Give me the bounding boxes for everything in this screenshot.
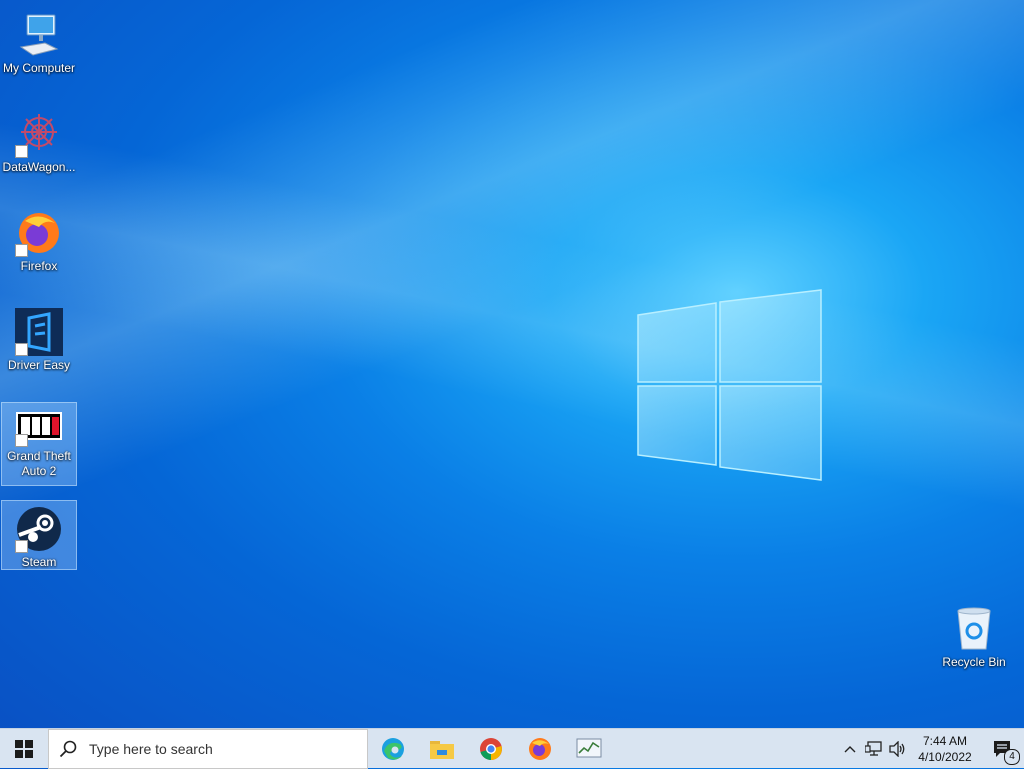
- shortcut-arrow-icon: [15, 343, 28, 356]
- taskbar-app-edge[interactable]: [368, 729, 417, 769]
- taskbar-app-task-manager[interactable]: [564, 729, 613, 769]
- notification-count-badge: 4: [1004, 749, 1020, 765]
- taskbar: Type here to search 7:44 AM 4/10/2022 4: [0, 728, 1024, 769]
- clock-date: 4/10/2022: [918, 750, 972, 764]
- taskbar-clock[interactable]: 7:44 AM 4/10/2022: [910, 733, 980, 765]
- task-manager-icon: [576, 738, 601, 757]
- taskbar-search-box[interactable]: Type here to search: [48, 728, 368, 769]
- network-icon: [865, 741, 882, 756]
- recycle-bin-icon: [957, 607, 991, 650]
- clock-time: 7:44 AM: [922, 734, 968, 748]
- desktop-icon-label: Firefox: [20, 259, 58, 273]
- desktop-icon-label: Grand Theft Auto 2: [7, 449, 71, 478]
- desktop-icon-firefox[interactable]: Firefox: [1, 204, 77, 275]
- desktop[interactable]: My Computer DataWagon... Firefox Driver …: [0, 0, 1024, 728]
- desktop-icon-gta2[interactable]: Grand Theft Auto 2: [1, 402, 77, 486]
- chrome-icon: [479, 737, 502, 760]
- computer-icon: [19, 14, 59, 56]
- desktop-icon-datawagon[interactable]: DataWagon...: [1, 105, 77, 176]
- light-beam: [0, 0, 1024, 728]
- desktop-icon-label: Driver Easy: [7, 358, 70, 372]
- shortcut-arrow-icon: [15, 434, 28, 447]
- shortcut-arrow-icon: [15, 145, 28, 158]
- chevron-up-icon: [844, 746, 856, 753]
- action-center-button[interactable]: 4: [980, 729, 1024, 769]
- volume-tray-button[interactable]: [886, 729, 910, 769]
- search-placeholder: Type here to search: [89, 740, 213, 757]
- desktop-icon-label: Recycle Bin: [942, 655, 1006, 669]
- search-icon: [59, 740, 77, 757]
- desktop-icon-steam[interactable]: Steam: [1, 500, 77, 570]
- desktop-icon-label: DataWagon...: [2, 160, 76, 174]
- show-hidden-icons-button[interactable]: [838, 729, 862, 769]
- firefox-icon: [528, 737, 551, 760]
- desktop-icon-recycle-bin[interactable]: Recycle Bin: [936, 600, 1012, 671]
- light-beam: [0, 0, 1024, 728]
- shortcut-arrow-icon: [15, 540, 28, 553]
- network-tray-button[interactable]: [862, 729, 886, 769]
- start-button[interactable]: [0, 729, 48, 769]
- taskbar-app-file-explorer[interactable]: [417, 729, 466, 769]
- windows-start-icon: [15, 739, 33, 758]
- desktop-icon-label: Steam: [21, 555, 57, 569]
- windows-logo-wallpaper: [637, 289, 822, 481]
- edge-icon: [381, 737, 404, 760]
- shortcut-arrow-icon: [15, 244, 28, 257]
- taskbar-app-firefox[interactable]: [515, 729, 564, 769]
- desktop-icon-label: My Computer: [2, 61, 76, 75]
- file-explorer-icon: [429, 740, 454, 759]
- system-tray: 7:44 AM 4/10/2022 4: [838, 729, 1024, 769]
- desktop-icon-my-computer[interactable]: My Computer: [1, 6, 77, 77]
- taskbar-app-chrome[interactable]: [466, 729, 515, 769]
- speaker-icon: [889, 741, 905, 757]
- desktop-icon-driver-easy[interactable]: Driver Easy: [1, 303, 77, 374]
